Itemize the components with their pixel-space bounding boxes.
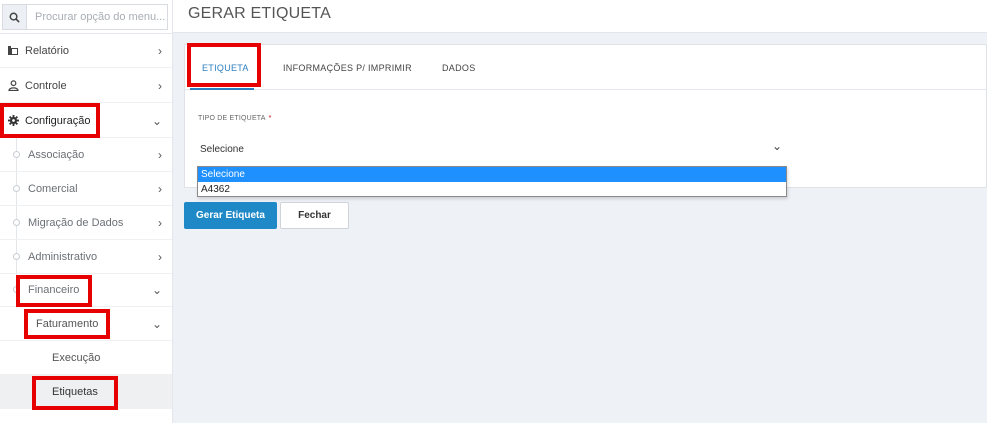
tree-node-icon [13,253,20,260]
sidebar-item-label: Configuração [25,114,91,127]
tree-node-icon [13,286,20,293]
chevron-right-icon: › [158,216,162,230]
tipo-etiqueta-dropdown: Selecione A4362 [197,166,787,197]
sidebar-item-associacao[interactable]: Associação › [0,138,172,172]
sidebar-item-controle[interactable]: Controle › [0,69,172,103]
tab-dados[interactable]: DADOS [442,63,476,73]
sidebar-item-financeiro[interactable]: Financeiro ⌄ [0,273,172,307]
tipo-etiqueta-select[interactable]: Selecione [200,144,244,155]
tab-informacoes[interactable]: INFORMAÇÕES P/ IMPRIMIR [283,63,412,73]
user-icon [5,80,21,91]
sidebar-item-label: Comercial [28,182,78,195]
sidebar: Relatório › Controle › Configuração ⌄ As… [0,0,173,423]
chevron-down-icon: ⌄ [151,114,162,128]
tree-node-icon [13,151,20,158]
chevron-right-icon: › [158,79,162,93]
gerar-etiqueta-button[interactable]: Gerar Etiqueta [184,202,277,229]
sidebar-item-comercial[interactable]: Comercial › [0,172,172,206]
chevron-right-icon: › [158,148,162,162]
fechar-button[interactable]: Fechar [280,202,349,229]
sidebar-item-label: Etiquetas [52,385,98,398]
required-mark: * [268,115,272,122]
page-title: GERAR ETIQUETA [188,5,331,22]
tree-node-icon [13,219,20,226]
sidebar-item-label: Faturamento [36,317,99,330]
chevron-down-icon[interactable]: ⌄ [772,139,782,153]
chevron-right-icon: › [158,182,162,196]
sidebar-item-administrativo[interactable]: Administrativo › [0,240,172,274]
menu-search [0,0,172,34]
sidebar-item-faturamento[interactable]: Faturamento ⌄ [0,307,172,341]
search-box [2,4,168,30]
page-header: GERAR ETIQUETA [173,0,987,33]
tab-etiqueta[interactable]: ETIQUETA [202,63,249,73]
tipo-etiqueta-label: TIPO DE ETIQUETA * [198,115,272,122]
sidebar-item-label: Execução [52,351,101,364]
search-input[interactable] [27,5,167,29]
tab-active-indicator [190,88,254,90]
chart-icon [5,45,21,56]
dropdown-option[interactable]: Selecione [198,167,786,182]
sidebar-item-label: Relatório [25,44,70,57]
field-label-text: TIPO DE ETIQUETA [198,115,266,122]
chevron-right-icon: › [158,250,162,264]
gear-icon [5,115,21,126]
sidebar-item-label: Controle [25,79,67,92]
tree-node-icon [13,185,20,192]
chevron-down-icon: ⌄ [151,317,162,331]
sidebar-item-migracao[interactable]: Migração de Dados › [0,206,172,240]
sidebar-item-configuracao[interactable]: Configuração ⌄ [0,104,172,138]
sidebar-item-next[interactable] [0,409,172,423]
sidebar-item-label: Financeiro [28,283,80,296]
sidebar-item-relatorio[interactable]: Relatório › [0,34,172,68]
tab-bar: ETIQUETA INFORMAÇÕES P/ IMPRIMIR DADOS [185,45,987,90]
sidebar-item-execucao[interactable]: Execução [0,341,172,375]
dropdown-option[interactable]: A4362 [198,182,786,197]
sidebar-item-etiquetas[interactable]: Etiquetas [0,375,172,409]
search-icon[interactable] [3,5,27,29]
chevron-down-icon: ⌄ [151,283,162,297]
chevron-right-icon: › [158,44,162,58]
